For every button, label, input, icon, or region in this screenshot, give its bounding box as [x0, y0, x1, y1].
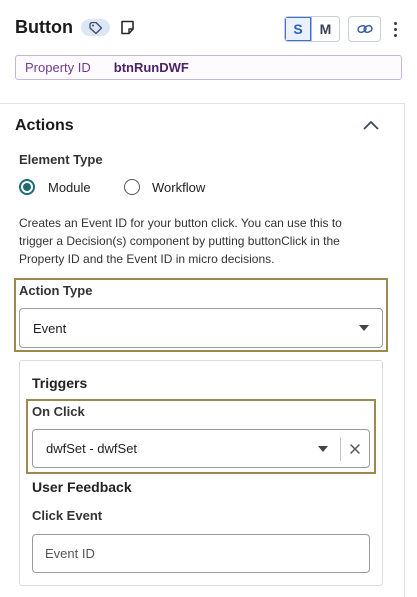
- radio-module-label: Module: [48, 179, 91, 195]
- link-button[interactable]: [348, 16, 381, 42]
- collapse-actions-button[interactable]: [361, 117, 381, 133]
- on-click-value: dwfSet - dwfSet: [46, 441, 138, 456]
- action-type-label: Action Type: [19, 283, 93, 298]
- element-type-label: Element Type: [19, 152, 103, 167]
- property-id-value: btnRunDWF: [113, 60, 189, 75]
- action-type-select[interactable]: Event: [19, 308, 383, 348]
- actions-section-title: Actions: [15, 117, 74, 134]
- radio-workflow[interactable]: Workflow: [124, 179, 205, 195]
- size-toggle: S M: [284, 16, 340, 42]
- tag-icon: [88, 21, 102, 34]
- property-id-row: Property ID btnRunDWF: [15, 55, 402, 80]
- tag-button[interactable]: [81, 19, 110, 36]
- panel-right-border: [404, 103, 405, 597]
- radio-module[interactable]: Module: [19, 179, 91, 195]
- chevron-up-icon: [363, 121, 379, 130]
- action-type-value: Event: [33, 320, 67, 336]
- header-divider: [0, 103, 405, 104]
- click-event-label: Click Event: [32, 508, 103, 523]
- radio-module-indicator[interactable]: [19, 179, 35, 195]
- note-icon: [120, 20, 134, 35]
- note-button[interactable]: [119, 19, 135, 36]
- property-id-label: Property ID: [25, 60, 91, 75]
- action-description: Creates an Event ID for your button clic…: [19, 216, 342, 266]
- triggers-title: Triggers: [32, 375, 88, 391]
- size-s-button[interactable]: S: [285, 17, 313, 41]
- caret-down-icon: [359, 325, 369, 331]
- click-event-input[interactable]: [32, 534, 370, 573]
- radio-workflow-label: Workflow: [152, 179, 206, 195]
- radio-workflow-indicator[interactable]: [124, 179, 140, 195]
- size-m-button[interactable]: M: [312, 17, 339, 41]
- component-title: Button: [15, 17, 73, 37]
- caret-down-icon: [318, 445, 328, 452]
- link-icon: [356, 24, 373, 34]
- clear-selection-button[interactable]: [341, 437, 369, 461]
- component-header: Button S M Property ID btnRunDWF: [0, 0, 417, 104]
- kebab-menu-icon[interactable]: [389, 18, 401, 40]
- on-click-select[interactable]: dwfSet - dwfSet: [32, 429, 370, 468]
- on-click-label: On Click: [32, 404, 85, 419]
- clear-icon: [350, 443, 360, 454]
- user-feedback-title: User Feedback: [32, 479, 132, 495]
